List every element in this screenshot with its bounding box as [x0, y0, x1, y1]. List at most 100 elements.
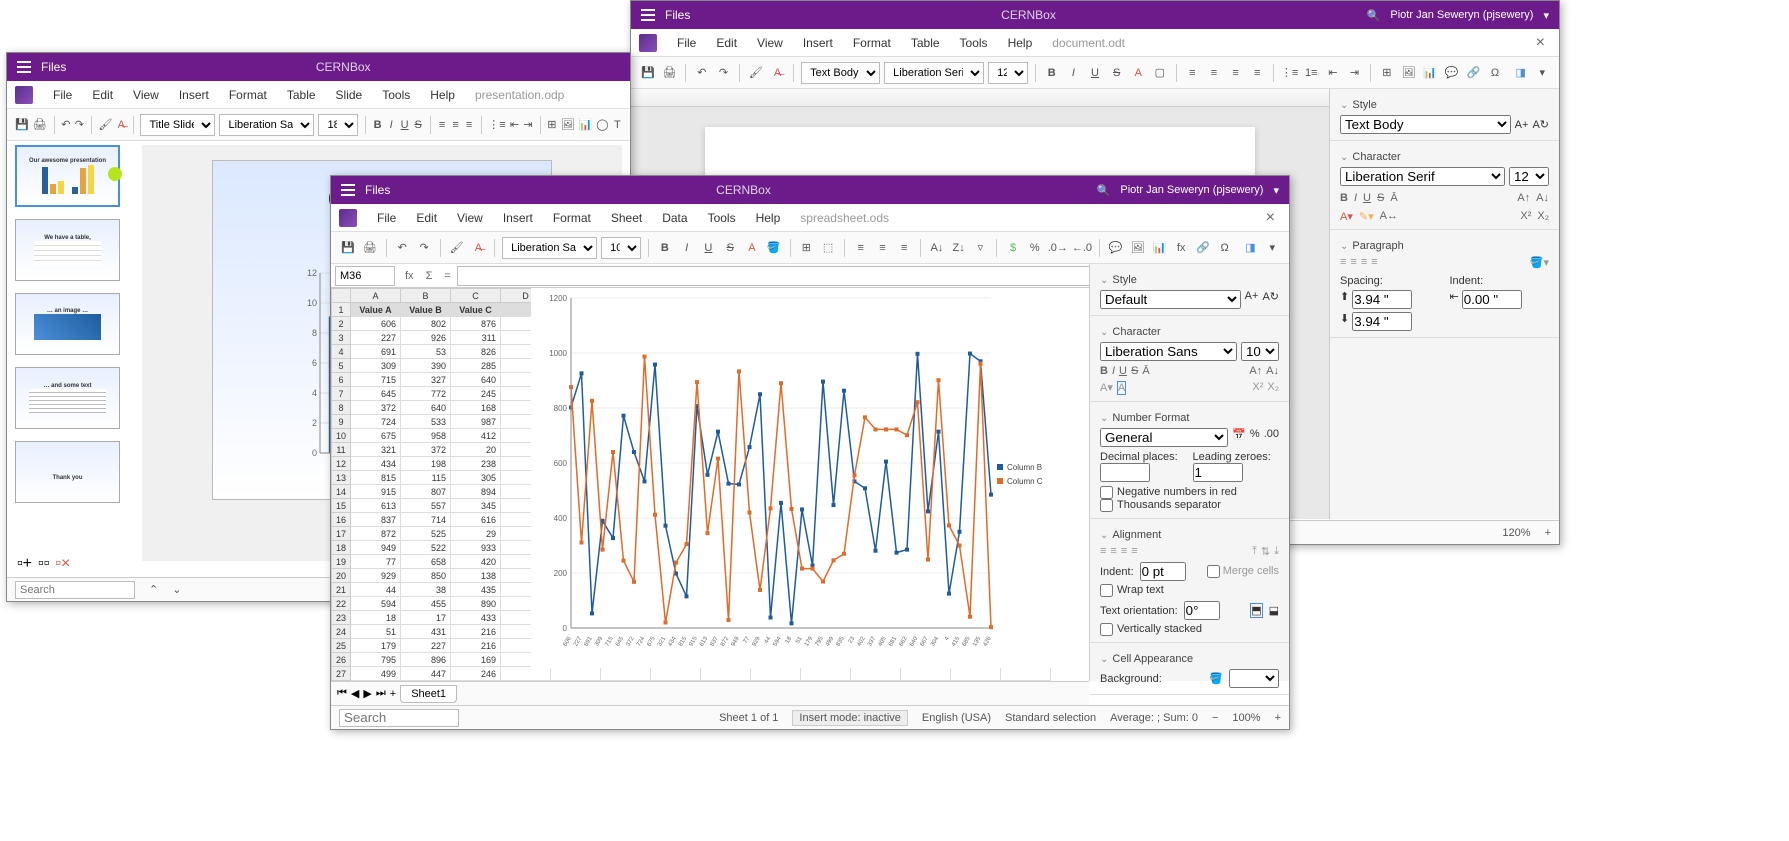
number-list-icon[interactable]: 1≡ — [1302, 62, 1320, 84]
slide-thumb-5[interactable]: Thank you — [15, 441, 120, 503]
style-select[interactable]: Default — [1100, 290, 1241, 309]
menu-format[interactable]: Format — [545, 207, 599, 229]
menu-view[interactable]: View — [449, 207, 491, 229]
align-left-icon[interactable]: ≡ — [1183, 62, 1201, 84]
leadzero-input[interactable] — [1193, 463, 1243, 482]
align-justify-icon[interactable]: ≡ — [1131, 545, 1137, 558]
indent-icon[interactable]: ⇥ — [1346, 62, 1364, 84]
sort-desc-icon[interactable]: Z↓ — [950, 237, 968, 259]
underline-icon[interactable]: U — [1119, 365, 1127, 377]
clear-format-icon[interactable]: A̶ — [470, 237, 488, 259]
redo-icon[interactable]: ↷ — [715, 62, 733, 84]
menu-tools[interactable]: Tools — [374, 84, 418, 106]
overline-icon[interactable]: Ā — [1390, 192, 1397, 204]
bg-color-icon[interactable]: 🪣▾ — [1530, 256, 1549, 269]
save-icon[interactable]: 💾 — [339, 237, 357, 259]
new-slide-icon[interactable]: ▫+ — [17, 555, 32, 573]
menu-icon[interactable] — [341, 184, 355, 196]
menu-slide[interactable]: Slide — [328, 84, 371, 106]
slide-thumb-3[interactable]: … an image … — [15, 293, 120, 355]
sort-asc-icon[interactable]: A↓ — [928, 237, 946, 259]
date-icon[interactable]: 📅 — [1232, 428, 1246, 447]
function-wizard-icon[interactable]: fx — [399, 270, 420, 282]
redo-icon[interactable]: ↷ — [75, 114, 85, 136]
menu-tools[interactable]: Tools — [952, 32, 996, 54]
align-right-icon[interactable]: ≡ — [1227, 62, 1245, 84]
subscript-icon[interactable]: X₂ — [1267, 381, 1279, 395]
menu-icon[interactable] — [17, 61, 31, 73]
spacing-below-input[interactable] — [1352, 312, 1412, 331]
menu-edit[interactable]: Edit — [708, 32, 745, 54]
menu-icon[interactable] — [641, 9, 655, 21]
number-icon[interactable]: .00 — [1264, 428, 1279, 447]
character-panel-header[interactable]: Character — [1340, 147, 1549, 167]
sum-icon[interactable]: Σ — [420, 270, 439, 282]
menu-file[interactable]: File — [369, 207, 404, 229]
text-dir2-icon[interactable]: ⬓ — [1269, 604, 1279, 617]
prev-result-icon[interactable]: ⌃ — [149, 583, 158, 596]
slide-thumb-4[interactable]: … and some text — [15, 367, 120, 429]
first-sheet-icon[interactable]: ⏮ — [337, 687, 347, 700]
selection-mode[interactable]: Standard selection — [1005, 712, 1096, 724]
currency-icon[interactable]: $ — [1004, 237, 1022, 259]
menu-edit[interactable]: Edit — [408, 207, 445, 229]
close-icon[interactable]: × — [1530, 34, 1551, 52]
close-icon[interactable]: × — [1260, 209, 1281, 227]
zoom-out-icon[interactable]: − — [1212, 712, 1218, 724]
text-dir1-icon[interactable]: ⬒ — [1250, 603, 1262, 618]
strikethrough-icon[interactable]: S — [721, 237, 739, 259]
save-icon[interactable]: 💾 — [15, 114, 29, 136]
increase-font-icon[interactable]: A↑ — [1517, 192, 1530, 204]
highlight-color-icon[interactable]: ✎▾ — [1359, 210, 1374, 223]
chart-icon[interactable]: 📊 — [1150, 237, 1168, 259]
bold-icon[interactable]: B — [1043, 62, 1061, 84]
menu-table[interactable]: Table — [279, 84, 324, 106]
align-right-icon[interactable]: ≡ — [464, 114, 474, 136]
font-select[interactable]: Liberation Sans — [219, 114, 314, 136]
menu-sheet[interactable]: Sheet — [603, 207, 650, 229]
menu-view[interactable]: View — [125, 84, 167, 106]
language[interactable]: English (USA) — [922, 712, 991, 724]
image-icon[interactable]: 🖼 — [561, 114, 575, 136]
percent-icon[interactable]: % — [1250, 428, 1260, 447]
style-select[interactable]: Text Body — [1340, 115, 1511, 134]
menu-format[interactable]: Format — [221, 84, 275, 106]
bold-icon[interactable]: B — [1100, 365, 1108, 377]
font-size-select[interactable]: 10 — [601, 237, 641, 259]
textbox-icon[interactable]: T — [613, 114, 623, 136]
superscript-icon[interactable]: X² — [1252, 381, 1263, 395]
align-left-icon[interactable]: ≡ — [852, 237, 870, 259]
merge-cells-checkbox[interactable]: Merge cells — [1207, 565, 1279, 578]
bg-color-select[interactable] — [1229, 669, 1279, 688]
increase-font-icon[interactable]: A↑ — [1249, 365, 1262, 377]
comment-icon[interactable]: 💬 — [1107, 237, 1125, 259]
next-sheet-icon[interactable]: ▶ — [363, 687, 371, 700]
style-panel-header[interactable]: Style — [1340, 95, 1549, 115]
prev-sheet-icon[interactable]: ◀ — [351, 687, 359, 700]
function-icon[interactable]: fx — [1172, 237, 1190, 259]
align-left-icon[interactable]: ≡ — [1100, 545, 1106, 558]
outdent-icon[interactable]: ⇤ — [510, 114, 520, 136]
chevron-down-icon[interactable]: ▾ — [1263, 237, 1281, 259]
paragraph-style-select[interactable]: Text Body — [801, 62, 880, 84]
italic-icon[interactable]: I — [1354, 192, 1357, 204]
font-size-select[interactable]: 12 — [988, 62, 1028, 84]
slide-thumb-1[interactable]: Our awesome presentation — [15, 145, 120, 207]
alignment-panel-header[interactable]: Alignment — [1100, 525, 1279, 545]
merge-icon[interactable]: ⬚ — [819, 237, 837, 259]
sidebar-toggle-icon[interactable]: ◨ — [1242, 237, 1260, 259]
align-right-icon[interactable]: ≡ — [895, 237, 913, 259]
table-icon[interactable]: ⊞ — [547, 114, 557, 136]
font-color-icon[interactable]: A — [1129, 62, 1147, 84]
grid[interactable]: ABCDEFGHIJKLMN1Value AValue BValue C2606… — [331, 288, 1089, 681]
search-input[interactable] — [15, 581, 135, 599]
italic-icon[interactable]: I — [386, 114, 396, 136]
link-icon[interactable]: 🔗 — [1465, 62, 1483, 84]
menu-help[interactable]: Help — [1000, 32, 1041, 54]
special-char-icon[interactable]: Ω — [1486, 62, 1504, 84]
menu-help[interactable]: Help — [422, 84, 463, 106]
borders-icon[interactable]: ⊞ — [797, 237, 815, 259]
underline-icon[interactable]: U — [1086, 62, 1104, 84]
align-justify-icon[interactable]: ≡ — [1248, 62, 1266, 84]
align-justify-icon[interactable]: ≡ — [1371, 256, 1377, 269]
